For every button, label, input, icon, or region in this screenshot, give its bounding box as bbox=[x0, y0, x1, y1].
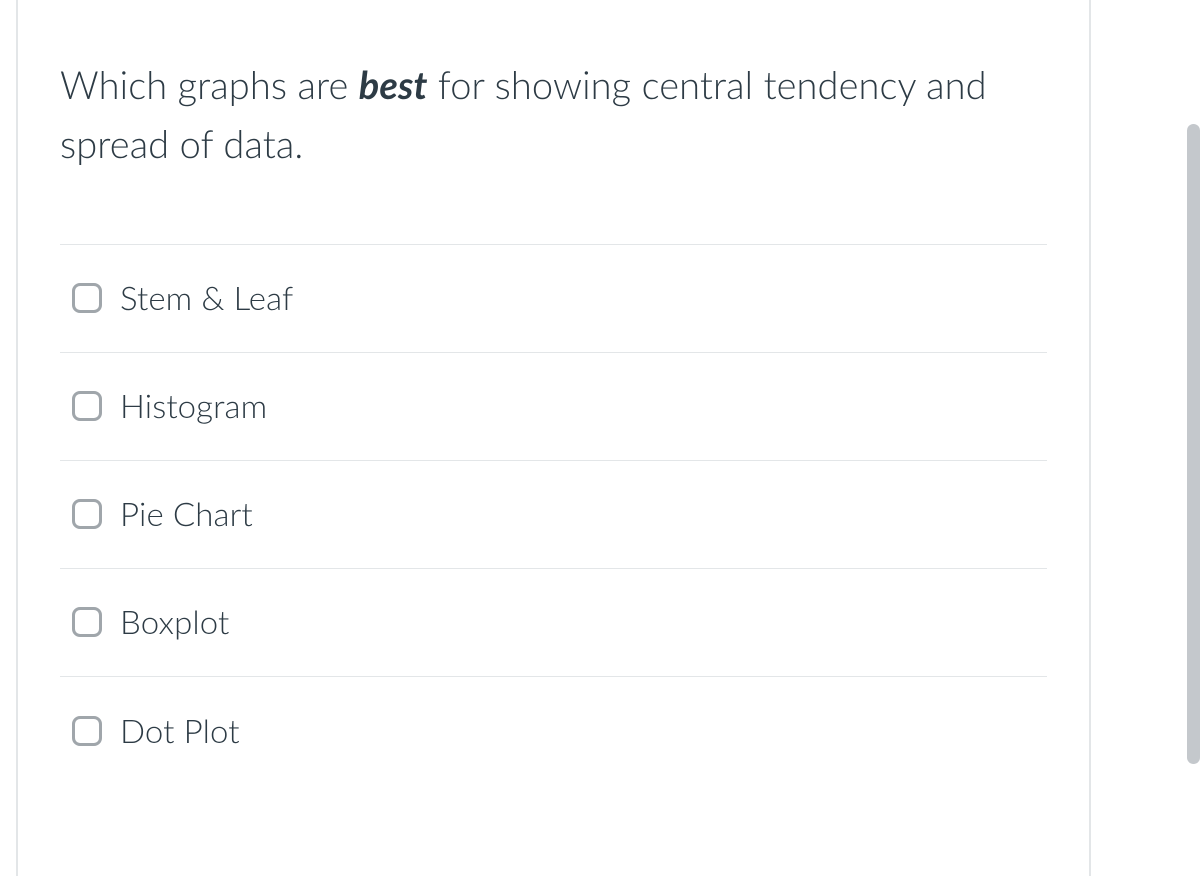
option-label: Histogram bbox=[120, 386, 267, 426]
option-checkbox[interactable] bbox=[72, 391, 102, 421]
option-checkbox[interactable] bbox=[72, 607, 102, 637]
option-label: Stem & Leaf bbox=[120, 278, 293, 318]
option-row[interactable]: Boxplot bbox=[60, 569, 1047, 677]
option-label: Dot Plot bbox=[120, 711, 240, 751]
option-row[interactable]: Stem & Leaf bbox=[60, 245, 1047, 353]
question-prefix: Which graphs are bbox=[60, 62, 359, 108]
question-text: Which graphs are best for showing centra… bbox=[60, 56, 1047, 174]
option-label: Boxplot bbox=[120, 602, 229, 642]
question-card: Which graphs are best for showing centra… bbox=[16, 0, 1091, 876]
option-checkbox[interactable] bbox=[72, 283, 102, 313]
scrollbar-thumb[interactable] bbox=[1187, 124, 1200, 764]
option-row[interactable]: Histogram bbox=[60, 353, 1047, 461]
option-checkbox[interactable] bbox=[72, 499, 102, 529]
scrollbar-track[interactable] bbox=[1185, 0, 1200, 876]
options-list: Stem & Leaf Histogram Pie Chart Boxplot … bbox=[60, 244, 1047, 785]
option-row[interactable]: Pie Chart bbox=[60, 461, 1047, 569]
option-label: Pie Chart bbox=[120, 494, 253, 534]
question-emphasis: best bbox=[359, 62, 428, 108]
option-row[interactable]: Dot Plot bbox=[60, 677, 1047, 785]
option-checkbox[interactable] bbox=[72, 716, 102, 746]
